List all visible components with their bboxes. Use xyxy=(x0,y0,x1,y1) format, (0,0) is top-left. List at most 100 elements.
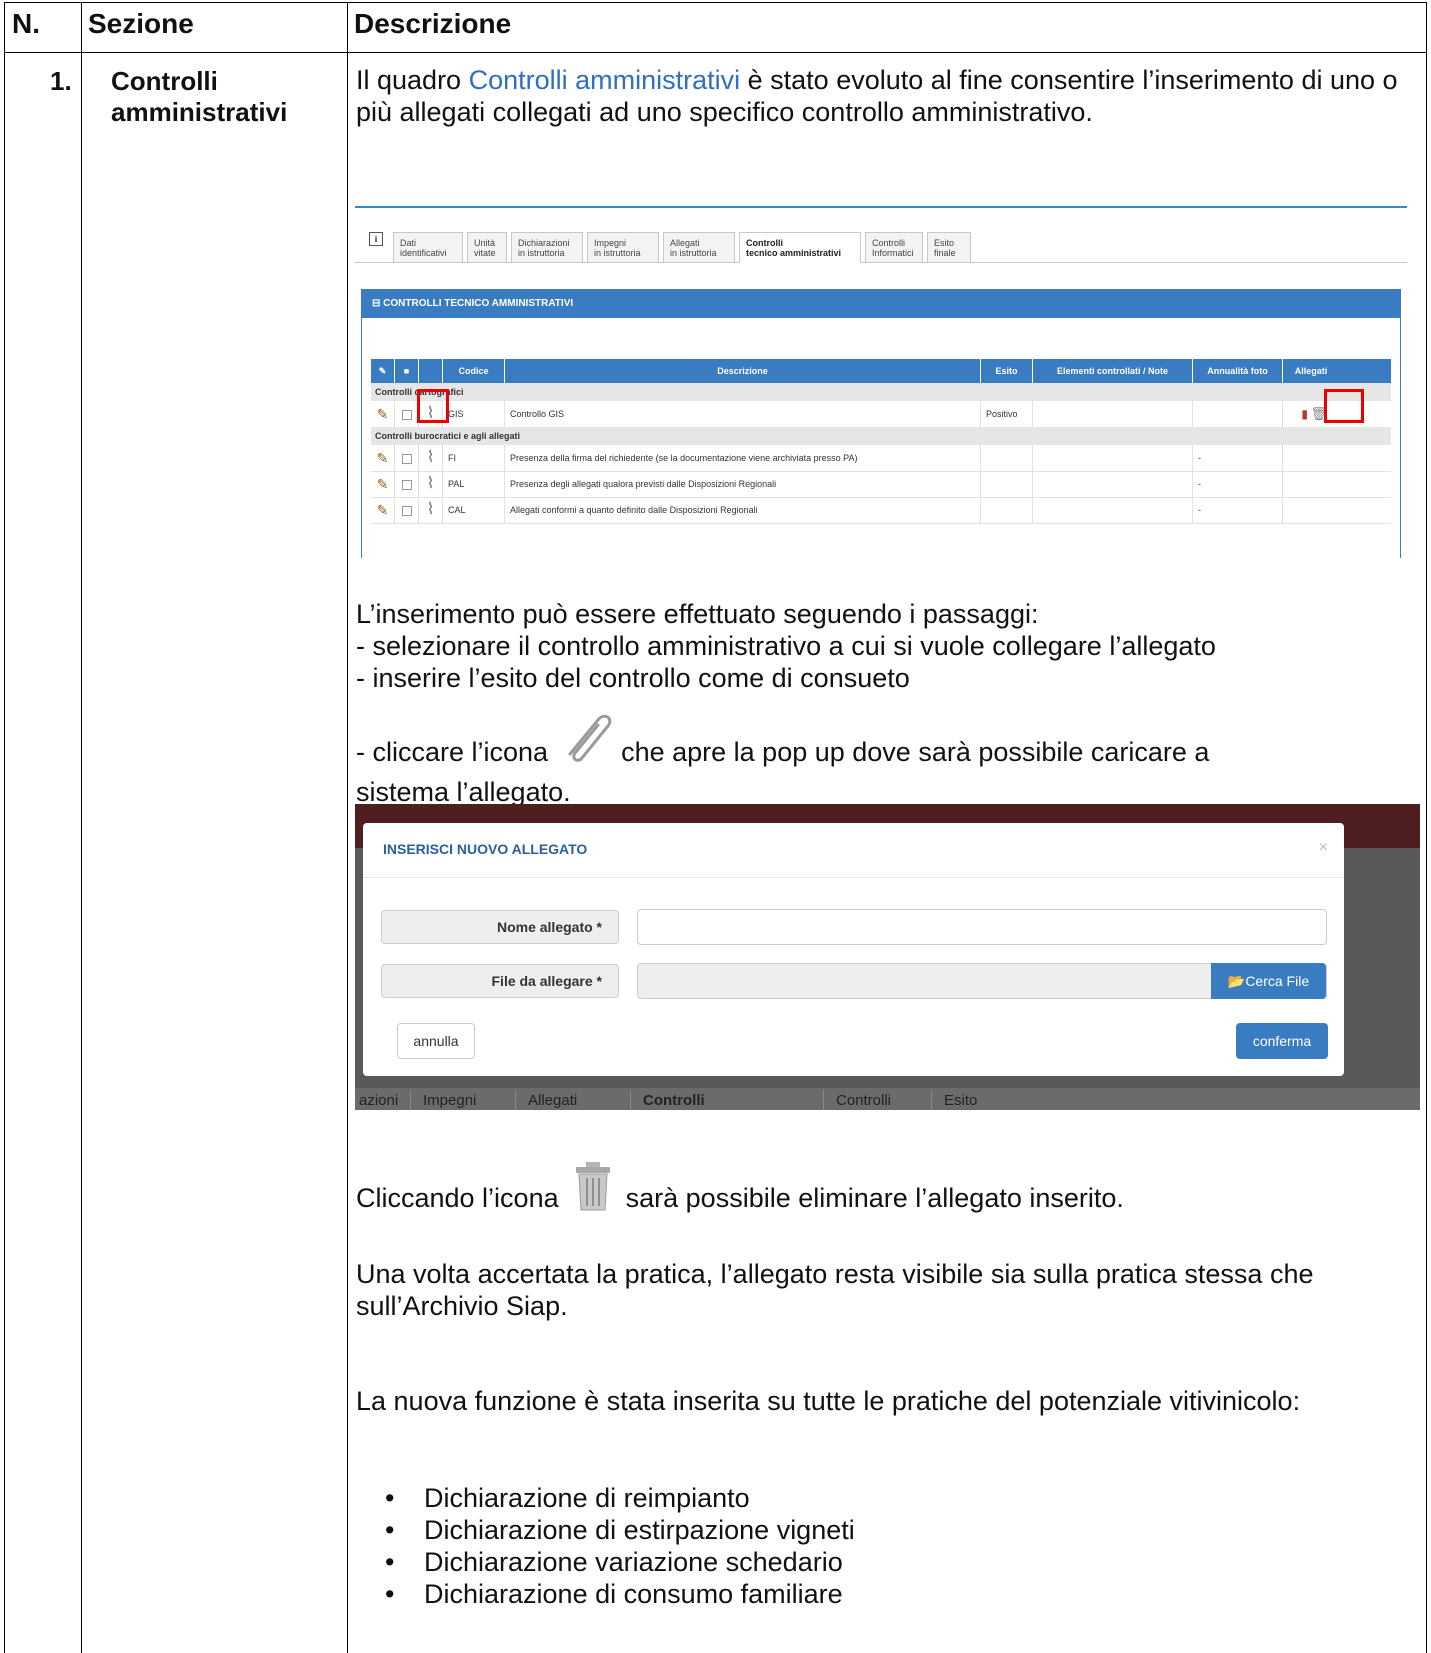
pencil-icon[interactable]: ✎ xyxy=(371,497,395,523)
step-1: - selezionare il controllo amministrativ… xyxy=(356,631,1216,661)
panel-title[interactable]: ⊟ CONTROLLI TECNICO AMMINISTRATIVI xyxy=(362,290,1400,318)
step-3: - cliccare l’icona che apre la pop up do… xyxy=(356,714,1406,776)
pencil-icon[interactable]: ✎ xyxy=(371,401,395,427)
paperclip-icon[interactable]: ⌇ xyxy=(419,445,443,471)
pencil-icon[interactable]: ✎ xyxy=(371,471,395,497)
list-item: Dichiarazione di reimpianto xyxy=(352,1482,855,1514)
nome-allegato-input[interactable] xyxy=(637,909,1327,945)
header-n: N. xyxy=(12,8,40,39)
modal-divider xyxy=(363,877,1344,878)
nome-allegato-label: Nome allegato * xyxy=(381,910,619,944)
bg-tab: Controlli xyxy=(630,1090,705,1110)
group-burocratici: Controlli burocratici e agli allegati xyxy=(371,427,1391,445)
close-icon[interactable]: × xyxy=(1319,839,1328,857)
column-separator-2 xyxy=(347,2,348,1653)
row-anno: - xyxy=(1193,445,1283,471)
tab-label: Unità xyxy=(474,238,496,248)
header-allegati[interactable]: Allegati xyxy=(1283,359,1339,383)
table-row: ✎ ⌇ CAL Allegati conformi a quanto defin… xyxy=(371,497,1391,524)
tab-label: finale xyxy=(934,248,956,258)
select-all-checkbox[interactable]: ■ xyxy=(395,359,419,383)
table-border-right xyxy=(1426,2,1427,1653)
table-border-top xyxy=(4,2,1427,3)
list-item: Dichiarazione di estirpazione vigneti xyxy=(352,1514,855,1546)
tab-esito[interactable]: Esito finale xyxy=(927,232,971,262)
row-section: Controlli amministrativi xyxy=(111,66,288,127)
row-code: PAL xyxy=(443,471,505,497)
delete-note: Cliccando l’icona sarà possibile elimina… xyxy=(356,1162,1406,1222)
row-desc: Presenza degli allegati qualora previsti… xyxy=(505,471,981,497)
row-note xyxy=(1033,401,1193,427)
table-row: ✎ ⌇ FI Presenza della firma del richiede… xyxy=(371,445,1391,472)
bookmark-icon[interactable]: ▮ xyxy=(1301,407,1308,421)
tab-label: Impegni xyxy=(594,238,627,248)
row-checkbox[interactable] xyxy=(395,471,419,497)
steps-intro: L’inserimento può essere effettuato segu… xyxy=(356,599,1039,629)
file-allegare-label: File da allegare * xyxy=(381,964,619,998)
tab-label: Esito xyxy=(934,238,955,248)
delete-note-post: sarà possibile eliminare l’allegato inse… xyxy=(625,1183,1124,1213)
row-checkbox[interactable] xyxy=(395,497,419,523)
paperclip-icon[interactable]: ⌇ xyxy=(419,497,443,523)
table-row: ✎ ⌇ PAL Presenza degli allegati qualora … xyxy=(371,471,1391,498)
header-separator xyxy=(4,52,1427,53)
tab-label: in istruttoria xyxy=(518,248,565,258)
tab-label: Controlli xyxy=(872,238,906,248)
row-esito xyxy=(981,471,1033,497)
list-item: Dichiarazione di consumo familiare xyxy=(352,1578,855,1610)
function-paragraph: La nuova funzione è stata inserita su tu… xyxy=(356,1386,1301,1416)
paperclip-highlight xyxy=(417,389,449,423)
tab-label: tecnico amministrativi xyxy=(746,248,842,258)
row-desc: Presenza della firma del richiedente (se… xyxy=(505,445,981,471)
row-code: FI xyxy=(443,445,505,471)
paperclip-icon[interactable]: ⌇ xyxy=(419,471,443,497)
tab-label: in istruttoria xyxy=(670,248,717,258)
header-descrizione-col[interactable]: Descrizione xyxy=(505,359,981,383)
tab-controlli-informatici[interactable]: Controlli Informatici xyxy=(865,232,923,262)
tab-allegati[interactable]: Allegati in istruttoria xyxy=(663,232,735,262)
upload-dialog-screenshot: azioni Impegni Allegati Controlli Contro… xyxy=(355,804,1420,1110)
tab-label: in istruttoria xyxy=(594,248,641,258)
tab-dichiarazioni[interactable]: Dichiarazioni in istruttoria xyxy=(511,232,583,262)
row-checkbox[interactable] xyxy=(395,401,419,427)
step-3-post: che apre la pop up dove sarà possibile c… xyxy=(621,737,1210,767)
controlli-link[interactable]: Controlli amministrativi xyxy=(469,65,741,95)
tab-dati[interactable]: Dati identificativi xyxy=(393,232,463,262)
row-note xyxy=(1033,471,1193,497)
info-icon[interactable]: i xyxy=(369,232,383,246)
bg-tab: Impegni xyxy=(410,1090,476,1110)
intro-prefix: Il quadro xyxy=(356,65,469,95)
conferma-button[interactable]: conferma xyxy=(1236,1023,1328,1059)
tab-label: Controlli xyxy=(746,238,783,248)
header-elementi[interactable]: Elementi controllati / Note xyxy=(1033,359,1193,383)
bg-tab: Esito xyxy=(931,1090,977,1110)
tab-unita[interactable]: Unità vitate xyxy=(467,232,507,262)
row-esito xyxy=(981,497,1033,523)
intro-paragraph: Il quadro Controlli amministrativi è sta… xyxy=(356,64,1406,128)
visibility-paragraph: Una volta accertata la pratica, l’allega… xyxy=(356,1259,1314,1321)
row-allegati xyxy=(1283,471,1339,497)
tab-label: vitate xyxy=(474,248,496,258)
step-3-pre: - cliccare l’icona xyxy=(356,737,549,767)
cerca-file-button[interactable]: 📂Cerca File xyxy=(1211,963,1326,999)
group-cartografici: Controlli cartografici xyxy=(371,383,1391,401)
trash-icon xyxy=(566,1162,618,1214)
edit-all-icon[interactable]: ✎ xyxy=(371,359,395,383)
header-esito[interactable]: Esito xyxy=(981,359,1033,383)
bg-tab: azioni xyxy=(359,1092,399,1109)
tab-impegni[interactable]: Impegni in istruttoria xyxy=(587,232,659,262)
annulla-button[interactable]: annulla xyxy=(397,1023,475,1059)
tab-label: Dati xyxy=(400,238,417,248)
row-note xyxy=(1033,445,1193,471)
delete-note-pre: Cliccando l’icona xyxy=(356,1183,559,1213)
upload-modal: INSERISCI NUOVO ALLEGATO × Nome allegato… xyxy=(363,823,1344,1076)
row-code: GIS xyxy=(443,401,505,427)
table-header: ✎ ■ Codice Descrizione Esito Elementi co… xyxy=(371,359,1391,383)
row-checkbox[interactable] xyxy=(395,445,419,471)
header-annualita[interactable]: Annualità foto xyxy=(1193,359,1283,383)
pencil-icon[interactable]: ✎ xyxy=(371,445,395,471)
header-codice[interactable]: Codice xyxy=(443,359,505,383)
tab-controlli-tecnico[interactable]: Controlli tecnico amministrativi xyxy=(739,232,861,263)
row-code: CAL xyxy=(443,497,505,523)
file-allegare-input[interactable]: 📂Cerca File xyxy=(637,963,1327,999)
